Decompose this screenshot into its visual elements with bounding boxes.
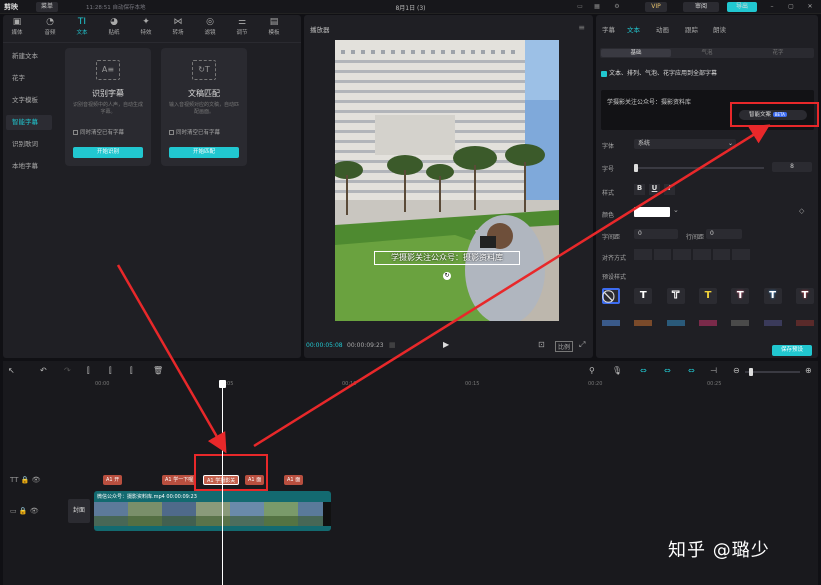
annotation-arrows (116, 124, 771, 454)
watermark: 知乎 @璐少 (668, 540, 770, 561)
